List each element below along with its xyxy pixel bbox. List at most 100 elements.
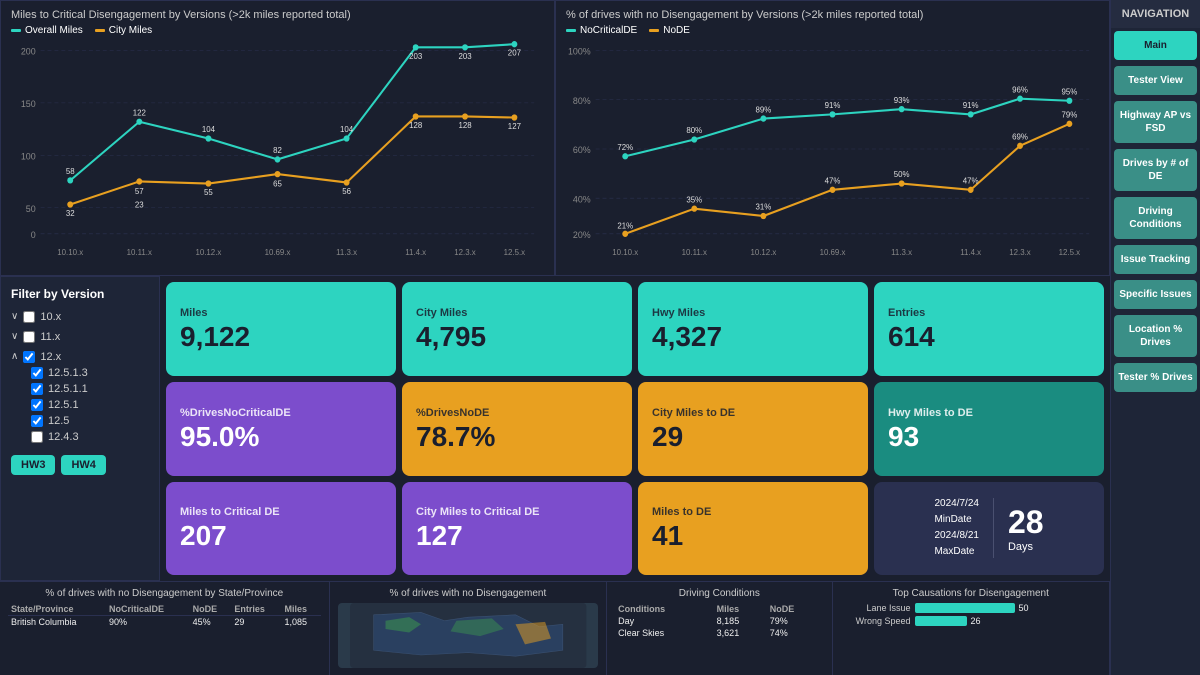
stat-city-critical-de-label: City Miles to Critical DE (416, 506, 618, 518)
checkbox-125[interactable] (31, 415, 43, 427)
svg-text:60%: 60% (573, 145, 591, 155)
stat-date: 2024/7/24 MinDate 2024/8/21 MaxDate 28 D… (874, 482, 1104, 576)
svg-text:31%: 31% (756, 203, 772, 212)
stat-entries: Entries 614 (874, 282, 1104, 376)
checkbox-12511[interactable] (31, 383, 43, 395)
stat-miles: Miles 9,122 (166, 282, 396, 376)
nav-tester-view[interactable]: Tester View (1114, 66, 1197, 95)
svg-text:12.5.x: 12.5.x (504, 248, 525, 257)
sub-items-12x: 12.5.1.3 12.5.1.1 12.5.1 12.5 (11, 365, 149, 445)
svg-text:55: 55 (204, 188, 213, 197)
svg-text:10.11.x: 10.11.x (127, 248, 152, 257)
svg-text:122: 122 (133, 108, 147, 117)
nav-specific-issues[interactable]: Specific Issues (1114, 280, 1197, 309)
hw4-button[interactable]: HW4 (61, 455, 105, 475)
nav-highway-ap[interactable]: Highway AP vs FSD (1114, 101, 1197, 143)
expand-11x[interactable]: ∨ (11, 331, 18, 342)
stat-city-miles-de-label: City Miles to DE (652, 407, 854, 419)
causation-panel: Top Causations for Disengagement Lane Is… (833, 582, 1111, 675)
svg-text:57: 57 (135, 187, 144, 196)
checkbox-11x[interactable] (23, 331, 35, 343)
svg-text:203: 203 (409, 52, 423, 61)
causation-lane-label: Lane Issue (841, 603, 911, 613)
checkbox-12513[interactable] (31, 367, 43, 379)
col-nocritical: NoCriticalDE (106, 603, 190, 616)
svg-text:104: 104 (202, 125, 216, 134)
label-1243: 12.4.3 (48, 431, 79, 443)
svg-text:128: 128 (409, 121, 423, 130)
label-12511: 12.5.1.1 (48, 383, 88, 395)
stat-no-critical-de-label: %DrivesNoCriticalDE (180, 407, 382, 419)
nav-drives-de[interactable]: Drives by # of DE (1114, 149, 1197, 191)
stat-no-de-value: 78.7% (416, 423, 618, 451)
expand-12x[interactable]: ∧ (11, 351, 18, 362)
label-1251: 12.5.1 (48, 399, 79, 411)
checkbox-1251[interactable] (31, 399, 43, 411)
col-miles: Miles (714, 603, 767, 615)
table-row: British Columbia 90% 45% 29 1,085 (8, 616, 321, 629)
stat-hwy-miles-de: Hwy Miles to DE 93 (874, 382, 1104, 476)
filter-panel: Filter by Version ∨ 10.x ∨ 11.x (0, 276, 160, 581)
date-divider (993, 498, 994, 558)
svg-text:12.3.x: 12.3.x (1009, 248, 1030, 257)
map-placeholder (338, 603, 599, 668)
causation-speed-val: 26 (971, 616, 981, 626)
nav-issue-tracking[interactable]: Issue Tracking (1114, 245, 1197, 274)
state-table: State/Province NoCriticalDE NoDE Entries… (8, 603, 321, 628)
checkbox-10x[interactable] (23, 311, 35, 323)
svg-text:11.3.x: 11.3.x (891, 248, 912, 257)
svg-text:47%: 47% (963, 176, 979, 185)
legend-city-label: City Miles (109, 25, 152, 36)
svg-text:69%: 69% (1012, 132, 1028, 141)
stat-no-critical-de-value: 95.0% (180, 423, 382, 451)
svg-text:11.4.x: 11.4.x (405, 248, 426, 257)
svg-text:91%: 91% (963, 101, 979, 110)
cell-entries: 29 (231, 616, 281, 629)
svg-text:56: 56 (342, 187, 351, 196)
svg-text:100%: 100% (568, 46, 591, 56)
svg-text:11.3.x: 11.3.x (336, 248, 357, 257)
legend-node: NoDE (649, 25, 690, 36)
causation-lane-bar (915, 603, 1015, 613)
svg-text:35%: 35% (686, 195, 702, 204)
cell-state: British Columbia (8, 616, 106, 629)
checkbox-12x[interactable] (23, 351, 35, 363)
conditions-title: Driving Conditions (615, 588, 823, 599)
svg-text:104: 104 (340, 125, 354, 134)
nav-driving-conditions[interactable]: Driving Conditions (1114, 197, 1197, 239)
svg-text:91%: 91% (825, 101, 841, 110)
svg-text:127: 127 (508, 122, 522, 131)
svg-text:89%: 89% (756, 105, 772, 114)
legend-overall-dot (11, 29, 21, 32)
right-chart-panel: % of drives with no Disengagement by Ver… (555, 0, 1110, 276)
date-info: 2024/7/24 MinDate 2024/8/21 MaxDate (934, 496, 979, 560)
nav-main[interactable]: Main (1114, 31, 1197, 60)
col-node-pct: NoDE (767, 603, 824, 615)
label-12x: 12.x (40, 351, 61, 363)
legend-overall: Overall Miles (11, 25, 83, 36)
left-chart-svg: 200 150 100 50 0 10.10.x 10.11.x 10.12.x… (11, 40, 544, 260)
cell-day-node: 79% (767, 615, 824, 627)
checkbox-1243[interactable] (31, 431, 43, 443)
max-date-label: 2024/8/21 (934, 528, 979, 544)
label-12513: 12.5.1.3 (48, 367, 88, 379)
svg-text:96%: 96% (1012, 85, 1028, 94)
label-125: 12.5 (48, 415, 69, 427)
legend-node-label: NoDE (663, 25, 690, 36)
hw3-button[interactable]: HW3 (11, 455, 55, 475)
svg-text:65: 65 (273, 179, 282, 188)
col-cond: Conditions (615, 603, 714, 615)
stat-critical-de-label: Miles to Critical DE (180, 506, 382, 518)
right-chart-svg: 100% 80% 60% 40% 20% 10.10.x 10.11.x 10.… (566, 40, 1099, 260)
nav-title: NAVIGATION (1111, 0, 1200, 28)
nav-tester-drives[interactable]: Tester % Drives (1114, 363, 1197, 392)
svg-text:10.69.x: 10.69.x (265, 248, 291, 257)
stat-city-miles-de: City Miles to DE 29 (638, 382, 868, 476)
nav-location-drives[interactable]: Location % Drives (1114, 315, 1197, 357)
expand-10x[interactable]: ∨ (11, 311, 18, 322)
svg-text:80%: 80% (686, 126, 702, 135)
svg-text:72%: 72% (617, 143, 633, 152)
max-date-sub: MaxDate (934, 544, 979, 560)
label-10x: 10.x (40, 311, 61, 323)
svg-text:93%: 93% (894, 96, 910, 105)
